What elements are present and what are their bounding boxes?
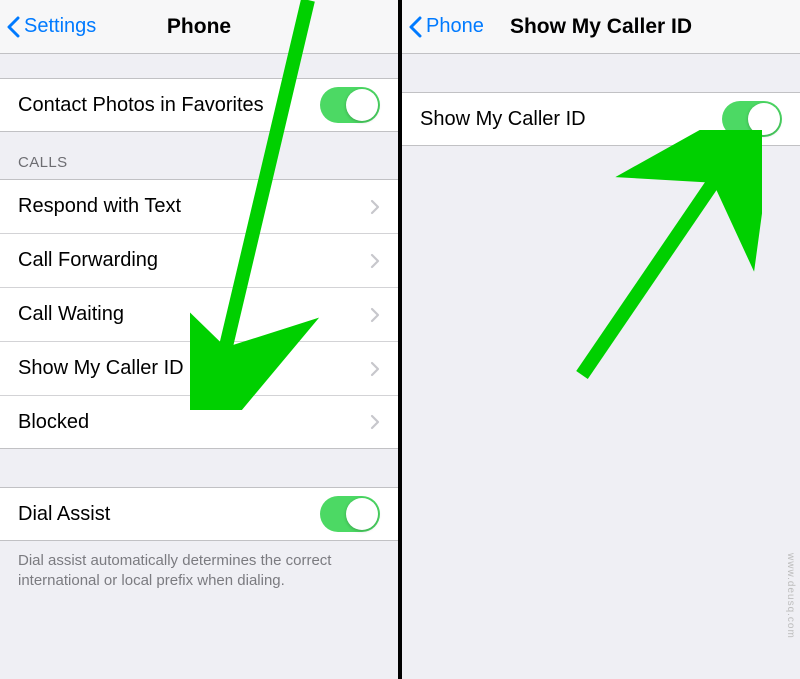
nav-bar: Phone Show My Caller ID bbox=[402, 0, 800, 54]
favorites-group: Contact Photos in Favorites bbox=[0, 78, 398, 132]
annotation-arrow-icon bbox=[562, 130, 762, 390]
caller-id-group: Show My Caller ID bbox=[402, 92, 800, 146]
blocked-row[interactable]: Blocked bbox=[0, 395, 398, 449]
row-label: Dial Assist bbox=[18, 503, 320, 526]
chevron-left-icon bbox=[6, 16, 20, 38]
chevron-left-icon bbox=[408, 16, 422, 38]
chevron-right-icon bbox=[370, 307, 380, 323]
contact-photos-toggle[interactable] bbox=[320, 87, 380, 123]
calls-group: Respond with Text Call Forwarding Call W… bbox=[0, 179, 398, 449]
call-forwarding-row[interactable]: Call Forwarding bbox=[0, 233, 398, 287]
show-my-caller-id-toggle-row[interactable]: Show My Caller ID bbox=[402, 92, 800, 146]
back-label: Phone bbox=[426, 15, 484, 38]
row-label: Blocked bbox=[18, 411, 370, 434]
watermark: www.deusq.com bbox=[785, 553, 796, 639]
chevron-right-icon bbox=[370, 253, 380, 269]
calls-section-header: CALLS bbox=[0, 132, 398, 179]
dial-assist-row[interactable]: Dial Assist bbox=[0, 487, 398, 541]
row-label: Show My Caller ID bbox=[420, 108, 722, 131]
nav-title: Phone bbox=[167, 15, 231, 39]
chevron-right-icon bbox=[370, 361, 380, 377]
chevron-right-icon bbox=[370, 199, 380, 215]
dial-assist-footer: Dial assist automatically determines the… bbox=[0, 541, 398, 608]
row-label: Show My Caller ID bbox=[18, 357, 370, 380]
back-label: Settings bbox=[24, 15, 96, 38]
dial-assist-group: Dial Assist bbox=[0, 487, 398, 541]
contact-photos-row[interactable]: Contact Photos in Favorites bbox=[0, 78, 398, 132]
call-waiting-row[interactable]: Call Waiting bbox=[0, 287, 398, 341]
row-label: Call Forwarding bbox=[18, 249, 370, 272]
row-label: Respond with Text bbox=[18, 195, 370, 218]
show-my-caller-id-toggle[interactable] bbox=[722, 101, 782, 137]
dial-assist-toggle[interactable] bbox=[320, 496, 380, 532]
respond-with-text-row[interactable]: Respond with Text bbox=[0, 179, 398, 233]
phone-settings-pane: Settings Phone Contact Photos in Favorit… bbox=[0, 0, 398, 679]
show-my-caller-id-row[interactable]: Show My Caller ID bbox=[0, 341, 398, 395]
chevron-right-icon bbox=[370, 414, 380, 430]
back-button[interactable]: Settings bbox=[6, 0, 96, 53]
caller-id-pane: Phone Show My Caller ID Show My Caller I… bbox=[402, 0, 800, 679]
row-label: Call Waiting bbox=[18, 303, 370, 326]
nav-bar: Settings Phone bbox=[0, 0, 398, 54]
nav-title: Show My Caller ID bbox=[510, 15, 692, 39]
back-button[interactable]: Phone bbox=[408, 0, 484, 53]
row-label: Contact Photos in Favorites bbox=[18, 94, 320, 117]
